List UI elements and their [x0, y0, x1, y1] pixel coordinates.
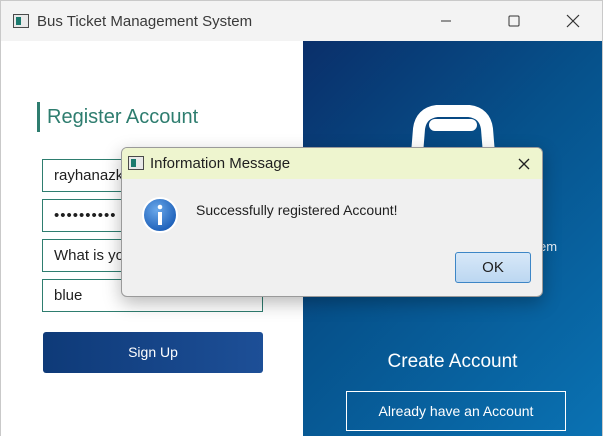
close-icon — [518, 158, 529, 169]
dialog-titlebar: Information Message — [122, 148, 542, 179]
already-have-account-button[interactable]: Already have an Account — [346, 391, 566, 431]
window-title: Bus Ticket Management System — [37, 13, 253, 30]
close-window-button[interactable] — [550, 1, 596, 41]
dialog-app-icon — [128, 156, 144, 170]
dialog-message: Successfully registered Account! — [196, 202, 398, 218]
dialog-title: Information Message — [150, 155, 291, 172]
dialog-close-button[interactable] — [505, 148, 542, 179]
window-titlebar: Bus Ticket Management System — [1, 1, 602, 41]
information-dialog: Information Message Successfully registe… — [121, 147, 543, 297]
create-account-heading: Create Account — [387, 351, 518, 372]
maximize-icon — [508, 15, 520, 27]
app-icon — [13, 14, 29, 28]
close-icon — [566, 14, 580, 28]
minimize-button[interactable] — [423, 1, 469, 41]
info-icon — [142, 197, 178, 233]
minimize-icon — [441, 20, 451, 22]
ok-button[interactable]: OK — [455, 252, 531, 283]
maximize-button[interactable] — [491, 1, 537, 41]
register-title: Register Account — [37, 102, 198, 132]
sign-up-button[interactable]: Sign Up — [43, 332, 263, 373]
